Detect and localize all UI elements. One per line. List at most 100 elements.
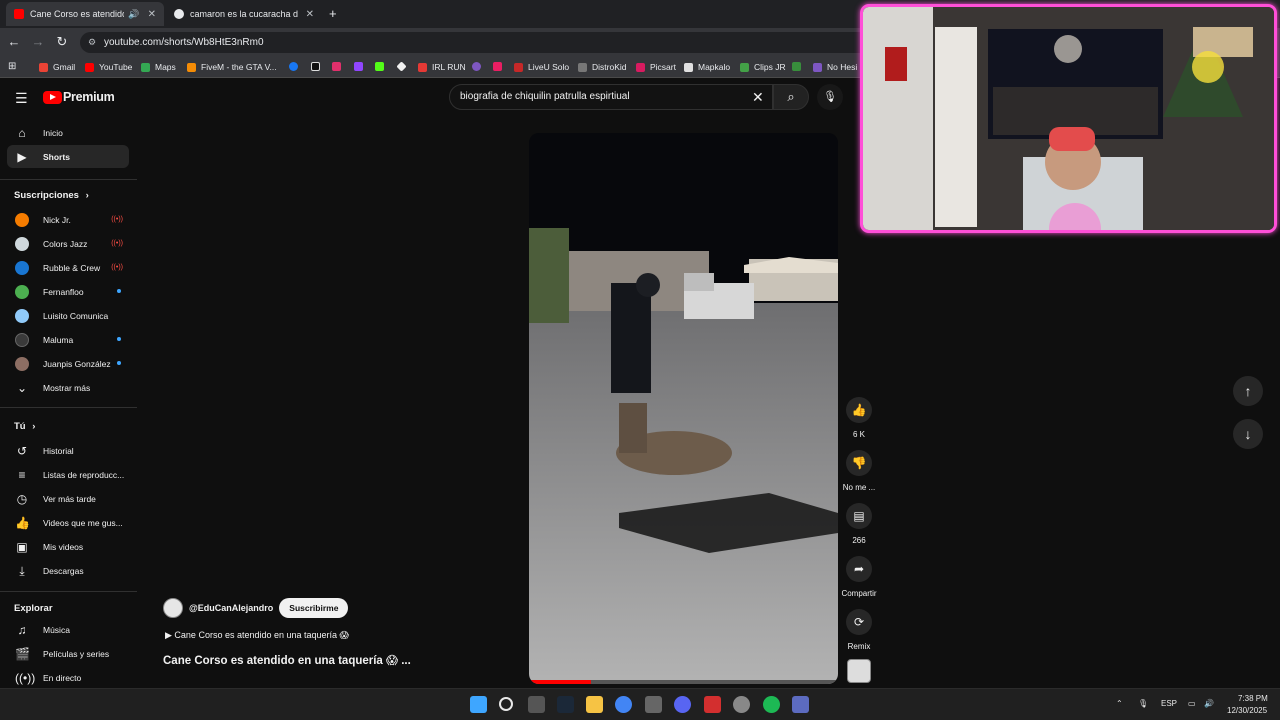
diamond-icon[interactable] <box>396 61 407 72</box>
instagram-icon[interactable] <box>332 62 341 71</box>
bookmark-gmail[interactable]: Gmail <box>39 60 75 74</box>
task-view-icon[interactable] <box>528 696 545 713</box>
shorts-video-player[interactable] <box>529 133 838 684</box>
speaker-icon[interactable]: 🔊 <box>128 9 139 20</box>
obs-icon[interactable] <box>733 696 750 713</box>
you-header[interactable]: Tú › <box>14 421 35 432</box>
sidebar-item-playlists[interactable]: ≡ Listas de reproducc... <box>7 463 129 486</box>
subscriptions-header[interactable]: Suscripciones › <box>14 190 89 201</box>
new-tab-icon[interactable]: + <box>329 6 337 21</box>
store-icon[interactable] <box>645 696 662 713</box>
close-tab-icon[interactable]: ✕ <box>306 9 314 20</box>
sidebar-sub-juanpis[interactable]: Juanpis González <box>7 352 129 375</box>
subscribe-button[interactable]: Suscribirme <box>279 598 349 618</box>
remix-button[interactable]: ⟳ <box>846 609 872 635</box>
live-icon: ((•)) <box>15 670 36 685</box>
show-more-button[interactable]: ⌄ Mostrar más <box>7 376 129 399</box>
sidebar-item-my-videos[interactable]: ▣ Mis videos <box>7 535 129 558</box>
bookmark-irl-run[interactable]: IRL RUN <box>418 60 466 74</box>
bookmark-distrokid[interactable]: DistroKid <box>578 60 626 74</box>
bookmark-no-hesi[interactable]: No Hesi <box>813 60 857 74</box>
divider <box>0 407 137 408</box>
previous-short-button[interactable]: ↑ <box>1233 376 1263 406</box>
microphone-tray-icon[interactable]: 🎙 <box>1138 699 1148 708</box>
search-input[interactable]: biografia de chiquilin patrulla espirtiu… <box>449 84 773 110</box>
avatar <box>15 308 29 323</box>
sidebar-item-music[interactable]: ♫ Música <box>7 618 129 641</box>
app-icon[interactable] <box>704 696 721 713</box>
back-icon[interactable]: ← <box>6 34 22 50</box>
sidebar-item-live[interactable]: ((•)) En directo <box>7 666 129 689</box>
movies-icon: 🎬 <box>15 646 30 661</box>
bookmark-app-icon[interactable] <box>792 62 801 71</box>
app-icon[interactable] <box>792 696 809 713</box>
channel-avatar[interactable] <box>163 598 183 618</box>
bookmark-maps[interactable]: Maps <box>141 60 176 74</box>
forward-icon[interactable]: → <box>30 34 46 50</box>
like-button[interactable]: 👍 <box>846 397 872 423</box>
tiktok-icon[interactable] <box>311 62 320 71</box>
bookmark-mapkalo[interactable]: Mapkalo <box>684 60 730 74</box>
share-button[interactable]: ➦ <box>846 556 872 582</box>
clock-time[interactable]: 7:38 PM <box>1238 694 1268 703</box>
bookmark-app-icon[interactable] <box>472 62 481 71</box>
voice-search-button[interactable]: 🎙 <box>817 84 843 110</box>
kick-icon[interactable] <box>375 62 384 71</box>
bookmark-clips-jr[interactable]: Clips JR <box>740 60 786 74</box>
search-button[interactable]: ⌕ <box>773 84 809 110</box>
bookmark-liveu[interactable]: LiveU Solo <box>514 60 569 74</box>
sidebar-sub-colors-jazz[interactable]: Colors Jazz ((•)) <box>7 232 129 255</box>
sidebar-item-history[interactable]: ↺ Historial <box>7 439 129 462</box>
sidebar-item-downloads[interactable]: ⤓ Descargas <box>7 559 129 582</box>
facebook-icon[interactable] <box>289 62 298 71</box>
sound-thumbnail[interactable] <box>847 659 871 683</box>
my-videos-icon: ▣ <box>16 539 28 554</box>
clear-search-icon[interactable]: ✕ <box>752 88 764 106</box>
file-explorer-icon[interactable] <box>586 696 603 713</box>
sidebar-sub-maluma[interactable]: Maluma <box>7 328 129 351</box>
video-frame <box>529 133 838 684</box>
dislike-button[interactable]: 👎 <box>846 450 872 476</box>
next-short-button[interactable]: ↓ <box>1233 419 1263 449</box>
close-tab-icon[interactable]: ✕ <box>148 9 156 20</box>
sidebar-item-movies[interactable]: 🎬 Películas y series <box>7 642 129 665</box>
apps-grid-icon[interactable]: ⊞ <box>8 61 16 72</box>
sidebar-item-shorts[interactable]: ▶ Shorts <box>7 145 129 168</box>
bookmark-picsart[interactable]: Picsart <box>636 60 676 74</box>
language-indicator[interactable]: ESP <box>1161 699 1177 708</box>
search-taskbar-icon[interactable] <box>499 697 513 711</box>
like-action: 👍 6 K <box>845 397 873 439</box>
sidebar-sub-luisito[interactable]: Luisito Comunica <box>7 304 129 327</box>
chrome-icon[interactable] <box>615 696 632 713</box>
liked-icon: 👍 <box>15 515 30 530</box>
tray-chevron-icon[interactable]: ⌃ <box>1116 699 1123 708</box>
sidebar-item-watch-later[interactable]: ◷ Ver más tarde <box>7 487 129 510</box>
comments-button[interactable]: ▤ <box>846 503 872 529</box>
spotify-icon[interactable] <box>763 696 780 713</box>
discord-icon[interactable] <box>674 696 691 713</box>
sidebar-item-liked[interactable]: 👍 Videos que me gus... <box>7 511 129 534</box>
windows-start-icon[interactable] <box>470 696 487 713</box>
bookmark-app-icon[interactable] <box>493 62 502 71</box>
sidebar-sub-nick-jr[interactable]: Nick Jr. ((•)) <box>7 208 129 231</box>
site-info-icon[interactable]: ⚙ <box>88 32 96 53</box>
short-title[interactable]: Cane Corso es atendido en una taquería 😱… <box>163 653 411 667</box>
tab-active[interactable]: Cane Corso es atendido en una taquería 🔊… <box>6 2 164 26</box>
sidebar-item-home[interactable]: ⌂ Inicio <box>7 121 129 144</box>
twitch-icon[interactable] <box>354 62 363 71</box>
volume-icon[interactable]: 🔊 <box>1204 699 1214 708</box>
clock-date[interactable]: 12/30/2025 <box>1227 706 1267 715</box>
chevron-right-icon: › <box>32 421 36 432</box>
bookmark-youtube[interactable]: YouTube <box>85 60 132 74</box>
sidebar-sub-fernanfloo[interactable]: Fernanfloo <box>7 280 129 303</box>
network-icon[interactable]: ▭ <box>1188 699 1196 708</box>
sidebar-sub-rubble-crew[interactable]: Rubble & Crew ((•)) <box>7 256 129 279</box>
reload-icon[interactable]: ↻ <box>54 34 70 50</box>
tab-inactive[interactable]: camaron es la cucaracha del mar ✕ <box>166 2 322 26</box>
explore-header: Explorar <box>14 603 53 614</box>
address-bar[interactable]: ⚙ youtube.com/shorts/Wb8HtE3nRm0 <box>80 32 870 53</box>
channel-name[interactable]: @EduCanAlejandro <box>189 603 273 613</box>
steam-icon[interactable] <box>557 696 574 713</box>
bookmark-fivem[interactable]: FiveM - the GTA V... <box>187 60 277 74</box>
short-description[interactable]: ▶ Cane Corso es atendido en una taquería… <box>165 630 349 641</box>
